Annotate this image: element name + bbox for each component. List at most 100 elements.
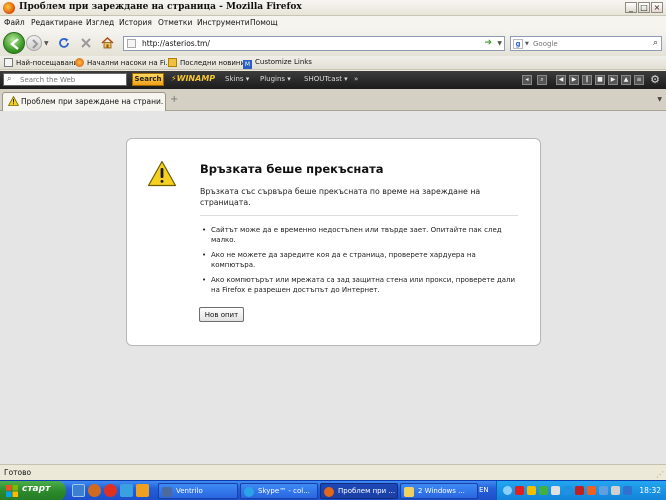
firefox-icon [3,2,15,14]
bookmark-getting-started[interactable]: Начални насоки на Fi... [75,58,172,67]
winamp-menu-icon[interactable]: ≡ [634,75,644,85]
winamp-eject-icon[interactable]: ▲ [621,75,631,85]
menu-file[interactable]: Файл [4,18,25,27]
ie-quicklaunch-icon[interactable] [120,484,133,497]
menu-history[interactable]: История [119,18,152,27]
tab-list-icon[interactable]: ▼ [657,96,662,103]
gear-icon[interactable]: ⚙ [650,73,660,86]
go-arrow-icon[interactable]: ➔ [484,38,492,49]
firefox-quicklaunch-icon[interactable] [88,484,101,497]
search-icon[interactable]: ⌕ [653,38,658,48]
taskbar-task[interactable]: 2 Windows ... [400,483,478,499]
error-title: Връзката беше прекъсната [200,162,384,176]
back-arrow-icon [10,38,19,50]
try-again-button[interactable]: Нов опит [199,307,244,322]
winamp-play-icon[interactable]: ▶ [569,75,579,85]
reload-icon[interactable] [58,37,70,49]
menu-tools[interactable]: Инструменти [197,18,250,27]
winamp-volume-icon[interactable]: ◂ [522,75,532,85]
taskbar-task[interactable]: Skype™ - col... [240,483,318,499]
winamp-skins-menu[interactable]: Skins ▾ [225,75,249,83]
antivirus-icon[interactable] [515,486,524,495]
home-icon[interactable] [101,36,114,49]
tab-label: Проблем при зареждане на страни... [21,97,163,106]
bookmarks-toolbar: Най-посещавани Начални насоки на Fi... П… [0,56,666,70]
search-input[interactable] [533,38,645,49]
winamp-more-menu[interactable]: » [354,75,358,83]
history-dropdown-icon[interactable]: ▼ [44,40,49,47]
menu-bookmarks[interactable]: Отметки [158,18,192,27]
menu-help[interactable]: Помощ [250,18,278,27]
tray-app-icon[interactable] [587,486,596,495]
volume-icon[interactable] [611,486,620,495]
search-icon: ⌕ [7,74,12,83]
error-description: Връзката със сървъра беше прекъсната по … [200,187,481,207]
winamp-pause-icon[interactable]: ‖ [582,75,592,85]
search-bar[interactable]: g ▼ ⌕ [510,36,662,51]
forward-button[interactable] [26,35,42,51]
maximize-button[interactable]: □ [638,2,650,13]
tab-bar: Проблем при зареждане на страни... + ▼ [0,89,666,111]
url-dropdown-icon[interactable]: ▼ [497,40,502,47]
status-text: Готово [4,468,32,477]
tray-app-icon[interactable] [539,486,548,495]
windows-taskbar: старт Ventrilo Skype™ - col... Проблем п… [0,480,666,500]
tray-app-icon[interactable] [599,486,608,495]
ati-icon[interactable] [575,486,584,495]
winamp-search-box[interactable]: ⌕ [3,73,127,86]
stop-icon[interactable] [80,37,92,49]
bookmark-customize-links[interactable]: M Customize Links [243,58,312,69]
winamp-stop-icon[interactable]: ■ [595,75,605,85]
bookmark-most-visited[interactable]: Най-посещавани [4,58,78,67]
tray-app-icon[interactable] [551,486,560,495]
tray-app-icon[interactable] [563,486,572,495]
opera-quicklaunch-icon[interactable] [104,484,117,497]
resize-grip-icon[interactable]: ⋰ [656,470,664,479]
winamp-prev-icon[interactable]: ◀ [556,75,566,85]
taskbar-task[interactable]: Ventrilo [158,483,238,499]
menu-view[interactable]: Изглед [86,18,114,27]
tray-app-icon[interactable] [623,486,632,495]
winamp-search-input[interactable] [20,75,124,85]
suggestion-item: Сайтът може да е временно недостъпен или… [200,225,518,245]
minimize-button[interactable]: _ [625,2,637,13]
language-indicator[interactable]: EN [479,486,489,494]
page-content: Връзката беше прекъсната Връзката със съ… [0,111,666,464]
forward-arrow-icon [32,39,39,49]
winamp-plugins-menu[interactable]: Plugins ▾ [260,75,291,83]
skype-icon [244,487,254,497]
url-text[interactable]: http://asterios.tm/ [142,39,210,48]
taskbar-task-active[interactable]: Проблем при ... [320,483,398,499]
firefox-icon [75,58,84,67]
clock[interactable]: 18:32 [639,486,661,495]
status-bar: Готово ⋰ [0,464,666,480]
retry-wrapper: Нов опит [199,307,244,322]
system-tray: EN 18:32 [479,481,666,500]
network-icon[interactable] [503,486,512,495]
bookmark-latest-news[interactable]: Последни новини [168,58,245,67]
winamp-logo[interactable]: ⚡WINAMP [171,74,215,83]
close-button[interactable]: × [651,2,663,13]
navigation-toolbar: ▼ http://asterios.tm/ ➔ ▼ g ▼ ⌕ [0,30,666,56]
warning-icon [8,96,19,106]
ventrilo-icon [162,487,172,497]
menu-edit[interactable]: Редактиране [31,18,83,27]
winamp-quicklaunch-icon[interactable] [136,484,149,497]
winamp-toolbar: ⌕ Search ⚡WINAMP Skins ▾ Plugins ▾ SHOUT… [0,71,666,89]
show-desktop-icon[interactable] [72,484,85,497]
winamp-search-button[interactable]: Search [132,73,164,86]
windows-flag-icon [6,485,18,497]
google-icon[interactable]: g [513,39,523,49]
tab-active[interactable]: Проблем при зареждане на страни... [2,92,166,111]
start-button[interactable]: старт [0,481,66,500]
tray-app-icon[interactable] [527,486,536,495]
winamp-next-icon[interactable]: ▶ [608,75,618,85]
new-tab-button[interactable]: + [170,94,178,105]
search-engine-dropdown-icon[interactable]: ▼ [525,41,529,47]
folder-icon [404,487,414,497]
winamp-search-icon[interactable]: ⌕ [537,75,547,85]
bookmarks-icon [4,58,13,67]
back-button[interactable] [3,32,25,54]
winamp-shoutcast-menu[interactable]: SHOUTcast ▾ [304,75,348,83]
url-bar[interactable]: http://asterios.tm/ ➔ ▼ [123,36,505,51]
